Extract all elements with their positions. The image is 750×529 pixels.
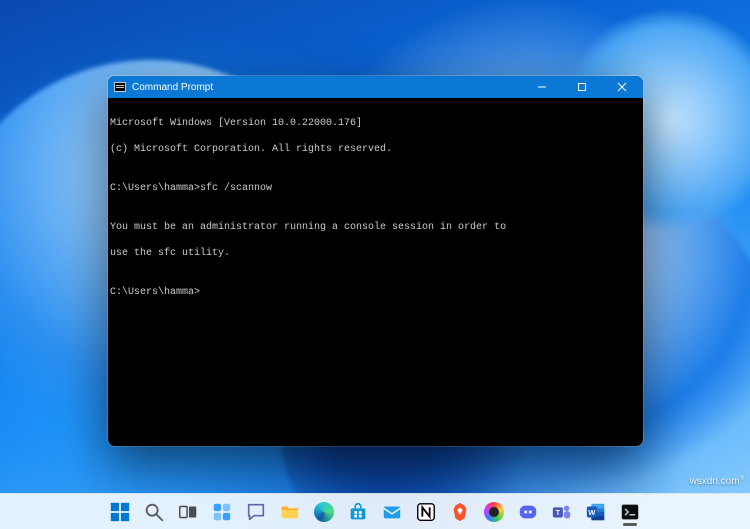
windows-logo-icon [109, 501, 131, 523]
widgets-button[interactable] [207, 497, 237, 527]
terminal-line: (c) Microsoft Corporation. All rights re… [108, 143, 643, 156]
search-icon [143, 501, 165, 523]
terminal-line: use the sfc utility. [108, 247, 643, 260]
edge-icon [314, 502, 334, 522]
teams-icon: T [551, 501, 573, 523]
file-explorer-button[interactable] [275, 497, 305, 527]
notion-button[interactable] [411, 497, 441, 527]
sharex-icon [484, 502, 504, 522]
maximize-button[interactable] [565, 76, 599, 98]
mail-button[interactable] [377, 497, 407, 527]
svg-text:T: T [556, 508, 561, 517]
discord-button[interactable] [513, 497, 543, 527]
terminal-output[interactable]: Microsoft Windows [Version 10.0.22000.17… [108, 98, 643, 325]
svg-text:W: W [588, 507, 595, 516]
close-button[interactable] [605, 76, 639, 98]
sharex-button[interactable] [479, 497, 509, 527]
terminal-icon [619, 501, 641, 523]
terminal-line: Microsoft Windows [Version 10.0.22000.17… [108, 117, 643, 130]
terminal-line: C:\Users\hamma> [108, 286, 643, 299]
word-button[interactable]: W [581, 497, 611, 527]
watermark-text: wsxdn.com® [690, 476, 744, 487]
mail-icon [381, 501, 403, 523]
word-icon: W [585, 501, 607, 523]
cmd-icon [114, 82, 126, 92]
discord-icon [517, 501, 539, 523]
store-button[interactable] [343, 497, 373, 527]
terminal-line: C:\Users\hamma>sfc /scannow [108, 182, 643, 195]
start-button[interactable] [105, 497, 135, 527]
command-prompt-window[interactable]: Command Prompt Microsoft Windows [Versio… [108, 76, 643, 446]
store-icon [347, 501, 369, 523]
maximize-icon [577, 82, 587, 92]
brave-icon [449, 501, 471, 523]
minimize-icon [537, 82, 547, 92]
task-view-button[interactable] [173, 497, 203, 527]
task-view-icon [177, 501, 199, 523]
notion-icon [415, 501, 437, 523]
window-title: Command Prompt [132, 82, 519, 93]
widgets-icon [211, 501, 233, 523]
brave-button[interactable] [445, 497, 475, 527]
command-prompt-taskbar-button[interactable] [615, 497, 645, 527]
taskbar[interactable]: T W [0, 493, 750, 529]
titlebar[interactable]: Command Prompt [108, 76, 643, 98]
teams-button[interactable]: T [547, 497, 577, 527]
search-button[interactable] [139, 497, 169, 527]
terminal-line: You must be an administrator running a c… [108, 221, 643, 234]
minimize-button[interactable] [525, 76, 559, 98]
chat-icon [245, 501, 267, 523]
folder-icon [279, 501, 301, 523]
desktop: Command Prompt Microsoft Windows [Versio… [0, 0, 750, 529]
chat-button[interactable] [241, 497, 271, 527]
edge-button[interactable] [309, 497, 339, 527]
close-icon [617, 82, 627, 92]
